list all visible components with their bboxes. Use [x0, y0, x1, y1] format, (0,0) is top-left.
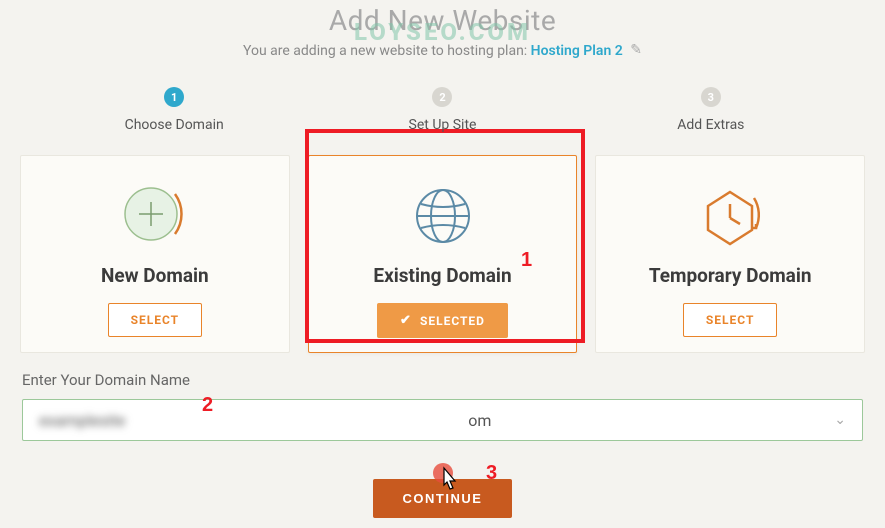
hosting-plan-link[interactable]: Hosting Plan 2: [531, 43, 623, 59]
continue-button-label: CONTINUE: [403, 491, 483, 506]
card-temporary-domain[interactable]: Temporary Domain SELECT: [595, 155, 865, 353]
check-icon: ✔: [400, 313, 412, 328]
step-add-extras: 3 Add Extras: [577, 87, 845, 133]
page-title: Add New Website: [0, 4, 885, 37]
step-1-dot: 1: [164, 87, 184, 107]
page-subtitle: You are adding a new website to hosting …: [0, 43, 885, 59]
continue-button[interactable]: CONTINUE: [373, 479, 513, 518]
step-choose-domain: 1 Choose Domain: [40, 87, 308, 133]
card-existing-domain[interactable]: Existing Domain ✔ SELECTED: [308, 155, 578, 353]
progress-steps: 1 Choose Domain 2 Set Up Site 3 Add Extr…: [40, 87, 845, 133]
card-new-domain-title: New Domain: [101, 264, 209, 287]
selected-existing-domain-button[interactable]: ✔ SELECTED: [377, 303, 508, 338]
card-existing-domain-title: Existing Domain: [373, 264, 511, 287]
select-new-domain-button[interactable]: SELECT: [108, 303, 203, 337]
edit-plan-icon[interactable]: ✎: [630, 42, 642, 58]
domain-select[interactable]: examplesite om ⌄: [22, 399, 863, 441]
card-new-domain[interactable]: New Domain SELECT: [20, 155, 290, 353]
step-3-dot: 3: [701, 87, 721, 107]
chevron-down-icon: ⌄: [834, 412, 846, 428]
step-set-up-site: 2 Set Up Site: [308, 87, 576, 133]
domain-selected-value: examplesite: [39, 411, 125, 430]
step-1-label: Choose Domain: [125, 117, 224, 133]
subtitle-text: You are adding a new website to hosting …: [243, 43, 531, 59]
domain-input-label: Enter Your Domain Name: [22, 371, 863, 389]
plus-circle-icon: [119, 182, 191, 250]
clock-icon: [694, 182, 766, 250]
step-2-dot: 2: [432, 87, 452, 107]
card-temporary-domain-title: Temporary Domain: [649, 264, 812, 287]
selected-button-label: SELECTED: [420, 314, 485, 328]
step-2-label: Set Up Site: [409, 117, 477, 133]
globe-icon: [413, 182, 473, 250]
select-temporary-domain-button[interactable]: SELECT: [683, 303, 778, 337]
domain-value-suffix: om: [468, 411, 491, 430]
step-3-label: Add Extras: [677, 117, 744, 133]
